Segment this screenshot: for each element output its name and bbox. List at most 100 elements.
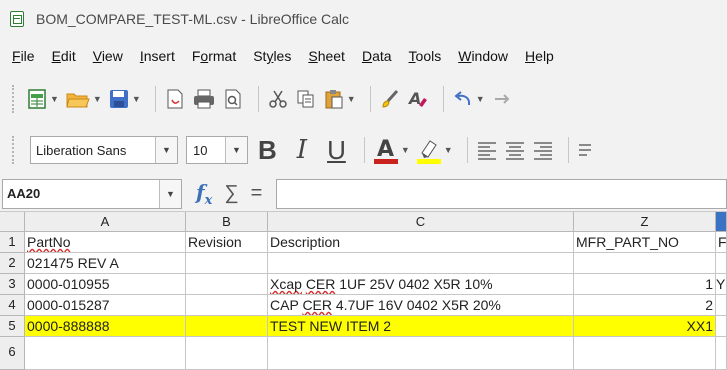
column-header-a[interactable]: A [25, 212, 186, 232]
export-pdf-button[interactable] [164, 83, 186, 115]
column-header-z[interactable]: Z [574, 212, 716, 232]
row-header[interactable]: 6 [0, 337, 25, 370]
cell-c4[interactable]: CAP CER 4.7UF 16V 0402 X5R 20% [268, 295, 574, 316]
cell-z1[interactable]: MFR_PART_NO [574, 232, 716, 253]
copy-button[interactable] [295, 83, 317, 115]
cell-a6[interactable] [25, 337, 186, 370]
menu-item-format[interactable]: Format [192, 48, 236, 64]
chevron-down-icon[interactable]: ▼ [159, 179, 181, 208]
cell-c3[interactable]: Xcap CER 1UF 25V 0402 X5R 10% [268, 274, 574, 295]
menu-item-file[interactable]: File [12, 48, 35, 64]
cell-c2[interactable] [268, 253, 574, 274]
cell-z3[interactable]: 1 [574, 274, 716, 295]
wrap-text-button[interactable] [577, 134, 591, 166]
cell-next-4[interactable] [716, 295, 727, 316]
cell-b2[interactable] [186, 253, 268, 274]
chevron-down-icon[interactable]: ▼ [132, 94, 141, 104]
chevron-down-icon[interactable]: ▼ [155, 137, 177, 163]
chevron-down-icon[interactable]: ▼ [225, 137, 247, 163]
chevron-down-icon[interactable]: ▼ [347, 94, 356, 104]
underline-button[interactable]: U [327, 137, 346, 163]
clear-formatting-button[interactable]: A [407, 83, 429, 115]
align-right-button[interactable] [532, 134, 554, 166]
row-header[interactable]: 1 [0, 232, 25, 253]
cell-a1[interactable]: PartNo [25, 232, 186, 253]
name-box[interactable]: AA20 ▼ [2, 178, 182, 209]
align-right-icon [533, 142, 552, 160]
menu-item-insert[interactable]: Insert [140, 48, 175, 64]
cell-z2[interactable] [574, 253, 716, 274]
cell-b1[interactable]: Revision [186, 232, 268, 253]
row-header[interactable]: 3 [0, 274, 25, 295]
menu-label-part: les [273, 48, 292, 64]
select-all-corner[interactable] [0, 212, 25, 232]
cell-c5[interactable]: TEST NEW ITEM 2 [268, 316, 574, 337]
column-header-c[interactable]: C [268, 212, 574, 232]
bold-button[interactable]: B [258, 137, 277, 163]
cell-c6[interactable] [268, 337, 574, 370]
row-header[interactable]: 5 [0, 316, 25, 337]
undo-button[interactable]: ▼ [452, 83, 485, 115]
cell-z6[interactable] [574, 337, 716, 370]
chevron-down-icon[interactable]: ▼ [401, 145, 410, 155]
cell-a3[interactable]: 0000-010955 [25, 274, 186, 295]
column-header-b[interactable]: B [186, 212, 268, 232]
cell-a5[interactable]: 0000-888888 [25, 316, 186, 337]
redo-button[interactable] [491, 83, 513, 115]
menu-item-styles[interactable]: Styles [253, 48, 291, 64]
column-header-next[interactable] [716, 212, 727, 232]
new-spreadsheet-button[interactable]: ▼ [26, 83, 59, 115]
cell-z5[interactable]: XX1 [574, 316, 716, 337]
toolbar-separator [466, 137, 468, 163]
align-left-button[interactable] [476, 134, 498, 166]
cell-b4[interactable] [186, 295, 268, 316]
menu-item-help[interactable]: Help [525, 48, 554, 64]
chevron-down-icon[interactable]: ▼ [444, 145, 453, 155]
paste-button[interactable]: ▼ [323, 83, 356, 115]
save-button[interactable]: ▼ [108, 83, 141, 115]
cell-b3[interactable] [186, 274, 268, 295]
menu-item-edit[interactable]: Edit [52, 48, 76, 64]
font-size-combo[interactable]: 10 ▼ [186, 136, 248, 164]
cell-next-3[interactable]: Y [716, 274, 727, 295]
align-center-button[interactable] [504, 134, 526, 166]
cell-next-1[interactable]: F [716, 232, 727, 253]
menu-label-part: St [253, 48, 267, 64]
menu-label-part: nsert [143, 48, 175, 64]
menu-item-window[interactable]: Window [458, 48, 508, 64]
font-color-button[interactable]: A ▼ [373, 134, 410, 166]
cell-b5[interactable] [186, 316, 268, 337]
cell-next-5[interactable] [716, 316, 727, 337]
print-preview-button[interactable] [222, 83, 244, 115]
italic-button[interactable]: I [297, 137, 307, 163]
cell-z4[interactable]: 2 [574, 295, 716, 316]
font-name-combo[interactable]: Liberation Sans ▼ [30, 136, 178, 164]
clone-formatting-button[interactable] [379, 83, 401, 115]
chevron-down-icon[interactable]: ▼ [50, 94, 59, 104]
cell-c1[interactable]: Description [268, 232, 574, 253]
formula-equals-icon[interactable]: = [251, 182, 263, 205]
chevron-down-icon[interactable]: ▼ [476, 94, 485, 104]
cell-next-6[interactable] [716, 337, 727, 370]
highlighting-color-button[interactable]: ▼ [416, 134, 453, 166]
cell-next-2[interactable] [716, 253, 727, 274]
menu-item-view[interactable]: View [93, 48, 123, 64]
svg-text:A: A [377, 137, 394, 162]
function-wizard-icon[interactable]: fx [196, 180, 212, 208]
row-header[interactable]: 2 [0, 253, 25, 274]
formula-input[interactable] [276, 178, 727, 209]
menu-item-data[interactable]: Data [362, 48, 392, 64]
chevron-down-icon[interactable]: ▼ [93, 94, 102, 104]
cell-a4[interactable]: 0000-015287 [25, 295, 186, 316]
sum-icon[interactable]: ∑ [224, 182, 238, 205]
open-button[interactable]: ▼ [65, 83, 102, 115]
toolbar-grip[interactable] [12, 85, 16, 113]
row-header[interactable]: 4 [0, 295, 25, 316]
cell-a2[interactable]: 021475 REV A [25, 253, 186, 274]
cell-b6[interactable] [186, 337, 268, 370]
menu-item-sheet[interactable]: Sheet [308, 48, 345, 64]
toolbar-grip[interactable] [12, 136, 16, 164]
menu-item-tools[interactable]: Tools [409, 48, 442, 64]
print-button[interactable] [192, 83, 216, 115]
cut-button[interactable] [267, 83, 289, 115]
